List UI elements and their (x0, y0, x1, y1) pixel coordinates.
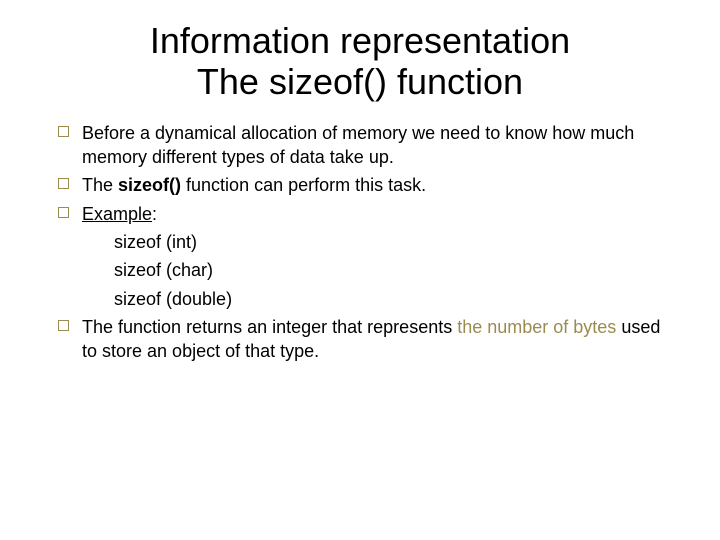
example-line: sizeof (char) (58, 258, 670, 282)
square-bullet-icon (58, 207, 69, 218)
example-line: sizeof (double) (58, 287, 670, 311)
bullet-text-post: function can perform this task. (181, 175, 426, 195)
bullet-text-bold: sizeof() (118, 175, 181, 195)
bullet-item: The sizeof() function can perform this t… (58, 173, 670, 197)
title-line-2: The sizeof() function (197, 61, 523, 102)
slide: Information representation The sizeof() … (0, 0, 720, 540)
bullet-text: Before a dynamical allocation of memory … (82, 123, 634, 167)
body-list: Before a dynamical allocation of memory … (50, 121, 670, 364)
title-line-1: Information representation (150, 20, 570, 61)
bullet-item: The function returns an integer that rep… (58, 315, 670, 364)
bullet-item: Example: (58, 202, 670, 226)
bullet-item: Before a dynamical allocation of memory … (58, 121, 670, 170)
bullet-text-accent: the number of bytes (457, 317, 616, 337)
square-bullet-icon (58, 320, 69, 331)
square-bullet-icon (58, 126, 69, 137)
square-bullet-icon (58, 178, 69, 189)
bullet-text-post: : (152, 204, 157, 224)
bullet-text-underline: Example (82, 204, 152, 224)
example-line: sizeof (int) (58, 230, 670, 254)
bullet-text-pre: The (82, 175, 118, 195)
bullet-text-pre: The function returns an integer that rep… (82, 317, 457, 337)
slide-title: Information representation The sizeof() … (50, 20, 670, 103)
